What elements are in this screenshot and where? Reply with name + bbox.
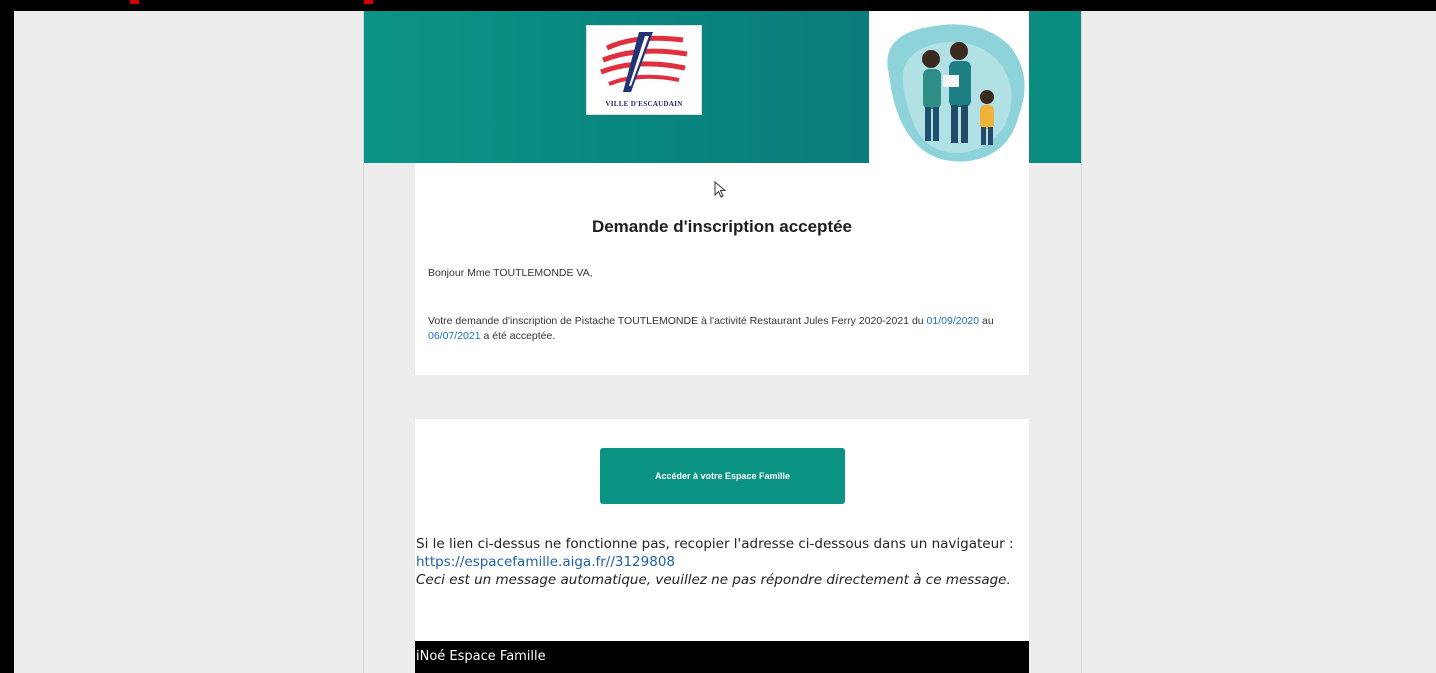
automatic-message-notice: Ceci est un message automatique, veuille… bbox=[416, 572, 1011, 588]
access-family-space-button[interactable]: Accéder à votre Espace Famille bbox=[600, 448, 845, 504]
banner-right-strip bbox=[1029, 11, 1081, 163]
email-title: Demande d'inscription acceptée bbox=[591, 217, 853, 236]
email-content: VILLE D'ESCAUDAIN Demande d'inscription … bbox=[363, 11, 1082, 673]
fallback-text: Si le lien ci-dessus ne fonctionne pas, … bbox=[416, 536, 1014, 552]
message-part-1: Votre demande d'inscription de Pistache … bbox=[428, 315, 927, 327]
end-date-link[interactable]: 06/07/2021 bbox=[428, 330, 481, 342]
confirmation-message: Votre demande d'inscription de Pistache … bbox=[428, 314, 998, 344]
red-marker-right bbox=[364, 0, 373, 4]
start-date-link[interactable]: 01/09/2020 bbox=[927, 315, 980, 327]
message-part-3: a été acceptée. bbox=[480, 330, 556, 342]
greeting-text: Bonjour Mme TOUTLEMONDE VA, bbox=[428, 267, 593, 279]
mouse-cursor-icon bbox=[714, 181, 727, 198]
confirmation-card: Demande d'inscription acceptée Bonjour M… bbox=[415, 163, 1029, 375]
fallback-url-link[interactable]: https://espacefamille.aiga.fr//3129808 bbox=[416, 553, 1016, 571]
message-part-2: au bbox=[979, 315, 994, 327]
action-card: Accéder à votre Espace Famille Si le lie… bbox=[415, 419, 1029, 673]
red-marker-left bbox=[130, 0, 139, 4]
fallback-instructions: Si le lien ci-dessus ne fonctionne pas, … bbox=[416, 535, 1016, 589]
city-logo: VILLE D'ESCAUDAIN bbox=[586, 25, 702, 115]
family-illustration bbox=[887, 24, 1025, 162]
logo-text: VILLE D'ESCAUDAIN bbox=[605, 100, 683, 108]
city-logo-emblem bbox=[600, 32, 688, 92]
email-footer: iNoé Espace Famille bbox=[415, 641, 1029, 673]
email-viewer: VILLE D'ESCAUDAIN Demande d'inscription … bbox=[14, 11, 1436, 673]
